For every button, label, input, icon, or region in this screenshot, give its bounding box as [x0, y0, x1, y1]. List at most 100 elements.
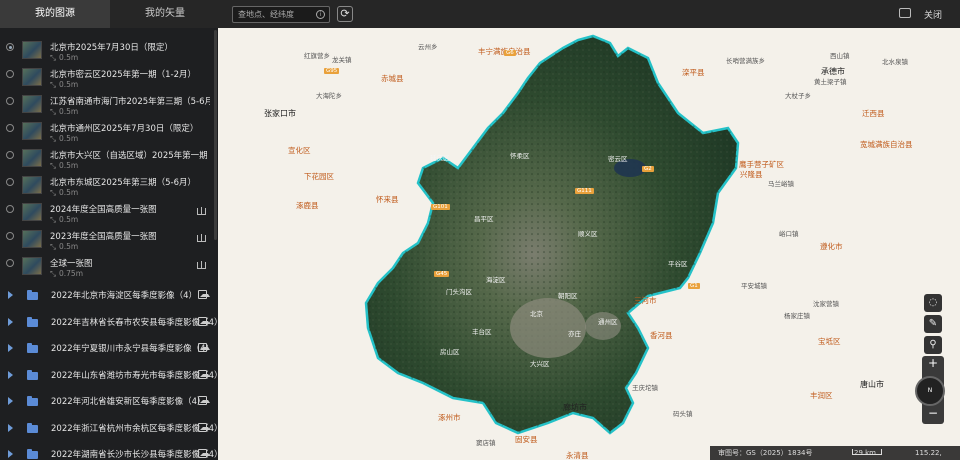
select-radio[interactable]	[6, 232, 14, 240]
image-list-item[interactable]: 2023年度全国高质量一张图 ⤡ 0.5m	[0, 227, 218, 255]
select-radio[interactable]	[6, 178, 14, 186]
highway-code-badge: G111	[575, 188, 594, 194]
highway-code-badge: G45	[434, 271, 450, 277]
folder-title: 2022年河北省雄安新区每季度影像（4）	[51, 397, 206, 407]
map-label-village16: 码头镇	[673, 410, 693, 418]
map-label-village1: 红旗营乡	[304, 52, 330, 60]
folder-title: 2022年北京市海淀区每季度影像（4）	[51, 291, 198, 301]
folder-list-item[interactable]: 2022年浙江省杭州市余杭区每季度影像（4）	[0, 420, 223, 446]
map-label-tangshan: 唐山市	[860, 380, 884, 389]
book-icon[interactable]	[197, 261, 206, 269]
expand-arrow-icon[interactable]	[8, 344, 13, 352]
highway-code-badge: G2	[642, 166, 654, 172]
image-icon[interactable]	[198, 422, 210, 432]
map-label-xiahuayuan: 下花园区	[304, 172, 334, 181]
map-label-fangshan: 房山区	[440, 348, 460, 356]
map-label-beijing: 北京	[530, 310, 543, 318]
lasso-tool-button[interactable]: ◌	[924, 294, 942, 312]
map-label-huairou: 怀柔区	[510, 152, 530, 160]
map-label-fengtai: 丰台区	[472, 328, 492, 336]
draw-tool-button[interactable]: ✎	[924, 315, 942, 333]
book-icon[interactable]	[197, 234, 206, 242]
select-radio[interactable]	[6, 70, 14, 78]
image-list-item[interactable]: 全球一张图 ⤡ 0.75m	[0, 254, 218, 282]
image-icon[interactable]	[198, 369, 210, 379]
map-view[interactable]: 张家口市承德市唐山市廊坊市北京通州区赤城县丰宁满族自治县滦平县兴隆县遵化市三河市…	[218, 28, 960, 460]
refresh-button[interactable]: ⟳	[337, 6, 353, 22]
expand-arrow-icon[interactable]	[8, 397, 13, 405]
resolution-icon: ⤡	[50, 107, 56, 116]
map-label-mentougou: 门头沟区	[446, 288, 472, 296]
image-title: 2024年度全国高质量一张图	[50, 205, 157, 215]
compass-icon[interactable]: N	[915, 376, 945, 406]
map-label-village14: 王庆坨镇	[632, 384, 658, 392]
search-input[interactable]	[238, 10, 314, 19]
select-radio[interactable]	[6, 151, 14, 159]
resolution-value: 0.5m	[59, 134, 79, 143]
image-list-item[interactable]: 北京市通州区2025年7月30日（限定） ⤡ 0.5m	[0, 119, 218, 147]
image-list-item[interactable]: 北京市大兴区（自选区域）2025年第一期（1-2...⤡0.5m	[0, 146, 218, 174]
refresh-icon: ⟳	[340, 7, 350, 20]
image-title: 北京市大兴区（自选区域）2025年第一期（1-2...	[50, 151, 210, 161]
image-list-item[interactable]: 2024年度全国高质量一张图 ⤡ 0.5m	[0, 200, 218, 228]
person-icon: ⚲	[929, 339, 937, 350]
window-icon[interactable]	[899, 8, 911, 18]
zoom-out-button[interactable]: −	[922, 406, 944, 420]
image-icon[interactable]	[198, 449, 210, 458]
map-label-zhuozhou: 涿州市	[438, 413, 461, 422]
image-list-item[interactable]: 北京市2025年7月30日（限定） ⤡ 0.5m	[0, 38, 218, 66]
folder-title: 2022年湖南省长沙市长沙县每季度影像（4）	[51, 450, 223, 460]
expand-arrow-icon[interactable]	[8, 450, 13, 458]
image-icon[interactable]	[198, 316, 210, 326]
tab-my-vectors[interactable]: 我的矢量	[110, 0, 220, 28]
resolution-icon: ⤡	[50, 134, 56, 143]
expand-arrow-icon[interactable]	[8, 317, 13, 326]
select-radio[interactable]	[6, 205, 14, 213]
image-icon[interactable]	[198, 343, 210, 352]
image-thumbnail	[22, 122, 42, 140]
image-thumbnail	[22, 230, 42, 248]
folder-list-item[interactable]: 2022年湖南省长沙市长沙县每季度影像（4）	[0, 446, 223, 460]
info-icon[interactable]: i	[316, 10, 325, 19]
resolution-value: 0.5m	[59, 161, 79, 170]
image-title: 江苏省南通市海门市2025年第三期（5-6月）	[50, 97, 210, 107]
folder-list-item[interactable]: 2022年河北省雄安新区每季度影像（4）	[0, 393, 218, 419]
image-resolution: ⤡ 0.5m	[50, 134, 78, 144]
select-radio[interactable]	[6, 259, 14, 267]
resolution-value: 0.5m	[59, 80, 79, 89]
map-label-daxing: 大兴区	[530, 360, 550, 368]
select-radio[interactable]	[6, 124, 14, 132]
image-icon[interactable]	[198, 290, 210, 299]
resolution-icon: ⤡	[50, 269, 56, 278]
person-tool-button[interactable]: ⚲	[924, 336, 942, 354]
image-list-item[interactable]: 江苏省南通市海门市2025年第三期（5-6月） ⤡ 0.5m	[0, 92, 218, 120]
folder-list-item[interactable]: 2022年吉林省长春市农安县每季度影像（4）	[0, 314, 223, 340]
map-status-bar: 审图号：GS（2025）1834号 29 km 115.22, 40.45	[710, 446, 960, 460]
zoom-in-button[interactable]: +	[922, 356, 944, 370]
folder-list-item[interactable]: 2022年北京市海淀区每季度影像（4）	[0, 287, 218, 313]
resolution-icon: ⤡	[50, 215, 56, 224]
map-label-kuancheng: 宽城满族自治县	[860, 140, 913, 149]
map-label-zhangjiakou: 张家口市	[264, 109, 296, 118]
image-thumbnail	[22, 95, 42, 113]
folder-list-item[interactable]: 2022年山东省潍坊市寿光市每季度影像（4）	[0, 367, 223, 393]
tab-my-images[interactable]: 我的图源	[0, 0, 110, 28]
map-label-langfang: 廊坊市	[563, 403, 587, 412]
lasso-icon: ◌	[928, 297, 938, 308]
image-list-item[interactable]: 北京市东城区2025年第三期（5-6月） ⤡ 0.5m	[0, 173, 218, 201]
map-label-village2: 云州乡	[418, 43, 438, 51]
select-radio[interactable]	[6, 43, 14, 51]
select-radio[interactable]	[6, 97, 14, 105]
expand-arrow-icon[interactable]	[8, 423, 13, 432]
expand-arrow-icon[interactable]	[8, 291, 13, 299]
map-label-village7: 黄土梁子镇	[814, 78, 847, 86]
folder-list-item[interactable]: 2022年宁夏银川市永宁县每季度影像（4）	[0, 340, 218, 366]
expand-arrow-icon[interactable]	[8, 370, 13, 379]
image-icon[interactable]	[198, 396, 210, 405]
pencil-icon: ✎	[928, 318, 938, 329]
map-label-village9: 大杖子乡	[785, 92, 811, 100]
image-list-item[interactable]: 北京市密云区2025年第一期（1-2月） ⤡ 0.5m	[0, 65, 218, 93]
close-button[interactable]: 关闭	[924, 8, 942, 21]
map-label-village6: 长哨营满族乡	[726, 57, 765, 65]
book-icon[interactable]	[197, 207, 206, 215]
